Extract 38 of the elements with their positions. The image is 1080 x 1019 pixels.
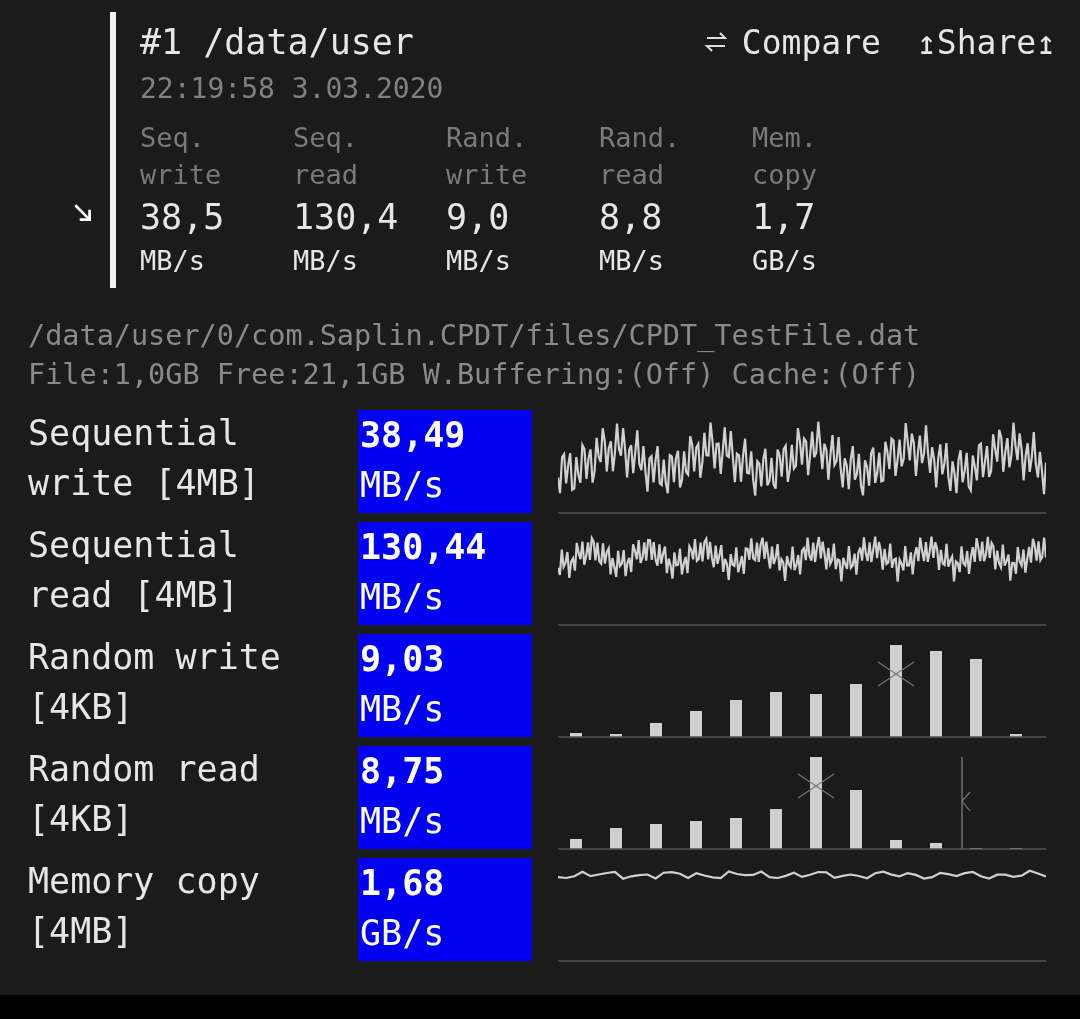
result-unit: MB/s [359,576,446,619]
metric-unit: MB/s [293,244,360,278]
file-info: File:1,0GB Free:21,1GB W.Buffering:(Off) Cache:(Off) [28,357,922,393]
file-path: /data/user/0/com.Saplin.CPDT/files/CPDT_TestFile.dat [28,318,922,354]
test-label: Sequential read [4MB] [28,524,240,617]
result-value: 1,68 [359,862,446,905]
test-label: Sequential write [4MB] [28,412,261,505]
metric-value: 1,7 [752,196,817,239]
metric-unit: GB/s [752,244,819,278]
metric-value: 9,0 [446,196,511,239]
swap-icon [703,30,728,54]
timestamp: 22:19:58 3.03.2020 [140,72,445,105]
result-value: 38,49 [359,414,467,457]
test-label: Random write [4KB] [28,636,282,729]
metric-label: Rand. write [446,121,529,192]
metric-label: Mem. copy [752,121,819,192]
result-title: #1 /data/user [140,22,414,62]
result-unit: MB/s [359,688,446,731]
test-label: Random read [4KB] [28,748,261,841]
result-unit: MB/s [359,800,446,843]
result-unit: MB/s [359,464,446,507]
metric-value: 130,4 [293,196,400,239]
collapse-arrow-icon[interactable] [72,202,94,224]
result-value: 9,03 [359,638,446,681]
metric-value: 8,8 [599,196,664,239]
metric-label: Rand. read [599,121,682,192]
metric-unit: MB/s [140,244,207,278]
result-unit: GB/s [359,912,446,955]
result-value: 8,75 [359,750,446,793]
compare-button[interactable]: Compare [703,22,881,62]
metric-value: 38,5 [140,196,226,239]
metric-label: Seq. read [293,121,360,192]
metric-label: Seq. write [140,121,223,192]
share-button[interactable]: ↥Share↥ [916,22,1056,62]
metric-unit: MB/s [446,244,513,278]
metric-unit: MB/s [599,244,666,278]
test-label: Memory copy [4MB] [28,860,261,953]
result-value: 130,44 [359,526,488,569]
